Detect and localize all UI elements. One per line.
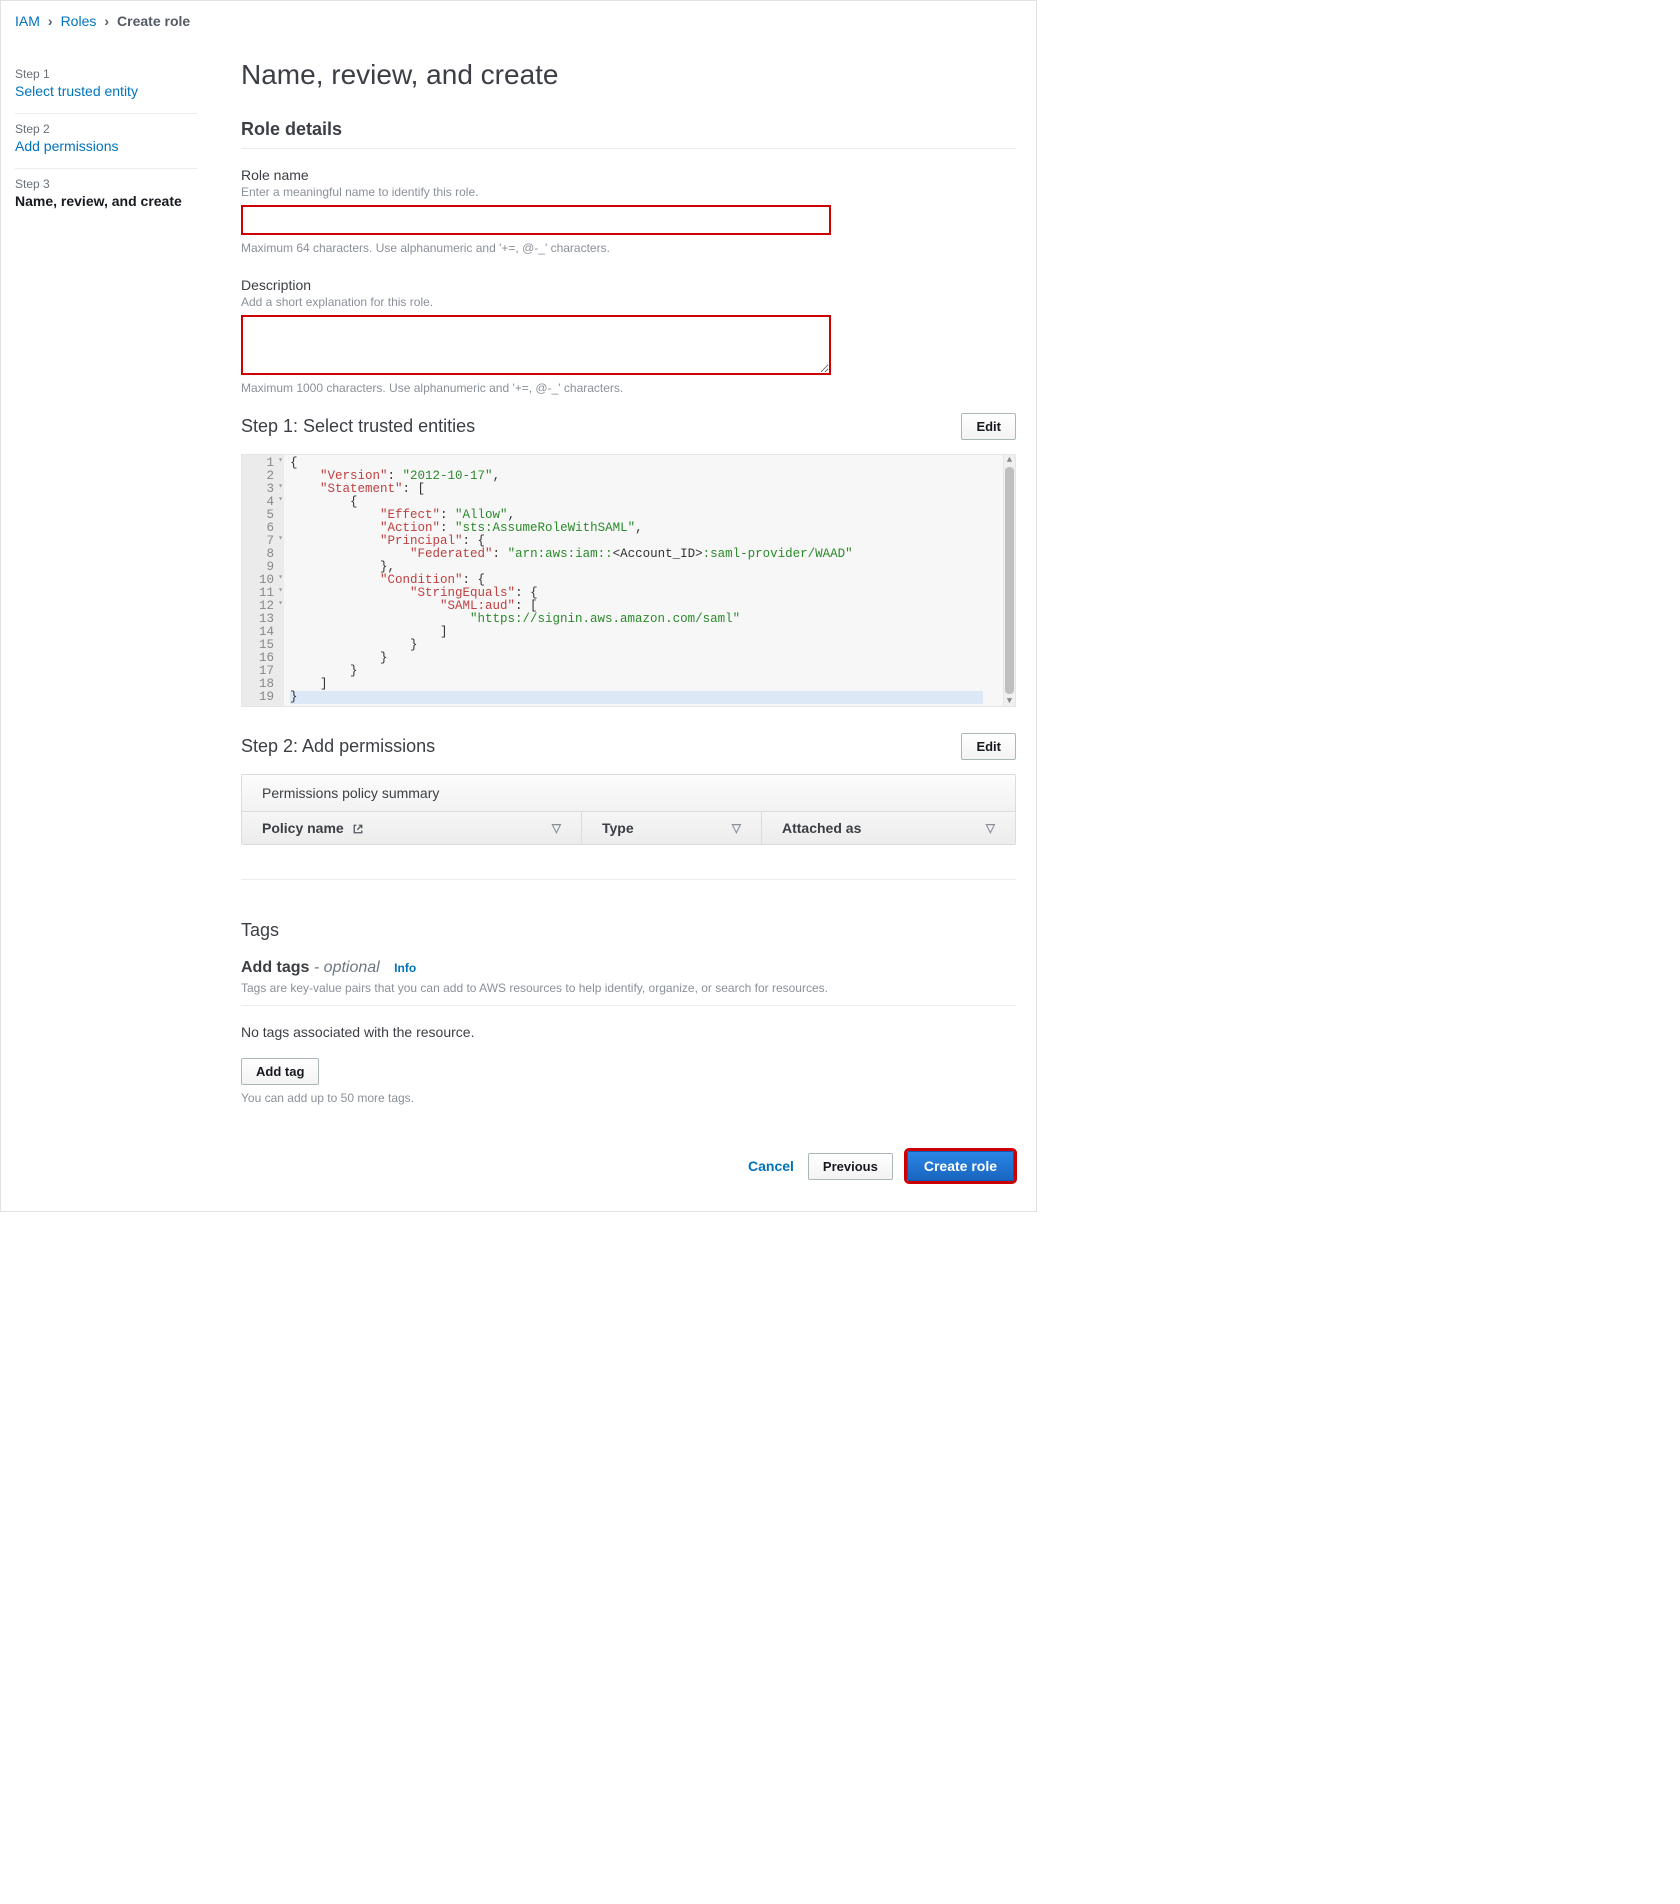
step-number: Step 2 bbox=[15, 122, 197, 136]
step-number: Step 1 bbox=[15, 67, 197, 81]
external-link-icon bbox=[352, 823, 364, 835]
divider bbox=[241, 879, 1016, 880]
step1-title: Step 1: Select trusted entities bbox=[241, 416, 475, 437]
scroll-up-icon[interactable]: ▲ bbox=[1004, 455, 1015, 465]
scrollbar[interactable]: ▲ ▼ bbox=[1003, 455, 1015, 706]
code-gutter: 12345678910111213141516171819 bbox=[242, 455, 284, 706]
step-number: Step 3 bbox=[15, 177, 197, 191]
divider bbox=[241, 1005, 1016, 1006]
chevron-right-icon: › bbox=[104, 13, 109, 29]
divider bbox=[241, 148, 1016, 149]
tags-heading: Tags bbox=[241, 920, 1016, 941]
step-add-permissions[interactable]: Add permissions bbox=[15, 138, 119, 154]
col-label: Policy name bbox=[262, 820, 344, 836]
cancel-link[interactable]: Cancel bbox=[748, 1158, 794, 1174]
tags-limit: You can add up to 50 more tags. bbox=[241, 1091, 1016, 1105]
step-name-review-create: Name, review, and create bbox=[15, 193, 197, 209]
create-role-button[interactable]: Create role bbox=[907, 1151, 1014, 1181]
permissions-summary-heading: Permissions policy summary bbox=[242, 775, 1015, 812]
step-trusted-entity[interactable]: Select trusted entity bbox=[15, 83, 138, 99]
col-label: Attached as bbox=[782, 820, 861, 836]
col-policy-name[interactable]: Policy name ▽ bbox=[242, 812, 582, 844]
tags-empty: No tags associated with the resource. bbox=[241, 1024, 1016, 1040]
wizard-steps: Step 1 Select trusted entity Step 2 Add … bbox=[1, 35, 211, 1211]
role-name-input[interactable] bbox=[241, 205, 831, 235]
tags-sub: Tags are key-value pairs that you can ad… bbox=[241, 981, 1016, 995]
add-tag-button[interactable]: Add tag bbox=[241, 1058, 319, 1085]
tags-info-link[interactable]: Info bbox=[394, 961, 416, 975]
sort-icon[interactable]: ▽ bbox=[986, 821, 995, 835]
role-name-help: Enter a meaningful name to identify this… bbox=[241, 185, 1016, 199]
col-type[interactable]: Type ▽ bbox=[582, 812, 762, 844]
description-help: Add a short explanation for this role. bbox=[241, 295, 1016, 309]
page-title: Name, review, and create bbox=[241, 59, 1016, 91]
scroll-down-icon[interactable]: ▼ bbox=[1004, 696, 1015, 706]
role-name-label: Role name bbox=[241, 167, 1016, 183]
dash: - bbox=[309, 959, 323, 976]
scrollbar-thumb[interactable] bbox=[1005, 467, 1014, 694]
permissions-columns: Policy name ▽ Type ▽ Attached as ▽ bbox=[242, 812, 1015, 844]
breadcrumb-roles[interactable]: Roles bbox=[61, 13, 97, 29]
role-details-heading: Role details bbox=[241, 119, 1016, 140]
breadcrumb-current: Create role bbox=[117, 13, 190, 29]
col-label: Type bbox=[602, 820, 634, 836]
edit-permissions-button[interactable]: Edit bbox=[961, 733, 1016, 760]
optional-label: optional bbox=[324, 959, 380, 976]
step2-title: Step 2: Add permissions bbox=[241, 736, 435, 757]
footer-actions: Cancel Previous Create role bbox=[241, 1151, 1016, 1181]
add-tags-row: Add tags - optional Info bbox=[241, 959, 1016, 977]
permissions-summary: Permissions policy summary Policy name ▽… bbox=[241, 774, 1016, 845]
sort-icon[interactable]: ▽ bbox=[732, 821, 741, 835]
breadcrumb: IAM › Roles › Create role bbox=[1, 1, 1036, 35]
edit-trusted-entities-button[interactable]: Edit bbox=[961, 413, 1016, 440]
sort-icon[interactable]: ▽ bbox=[552, 821, 561, 835]
description-input[interactable] bbox=[241, 315, 831, 375]
role-name-hint: Maximum 64 characters. Use alphanumeric … bbox=[241, 241, 1016, 255]
trust-policy-editor: 12345678910111213141516171819 { "Version… bbox=[241, 454, 1016, 707]
previous-button[interactable]: Previous bbox=[808, 1153, 893, 1180]
chevron-right-icon: › bbox=[48, 13, 53, 29]
code-content[interactable]: { "Version": "2012-10-17", "Statement": … bbox=[284, 455, 1003, 706]
breadcrumb-iam[interactable]: IAM bbox=[15, 13, 40, 29]
description-label: Description bbox=[241, 277, 1016, 293]
col-attached-as[interactable]: Attached as ▽ bbox=[762, 812, 1015, 844]
description-hint: Maximum 1000 characters. Use alphanumeri… bbox=[241, 381, 1016, 395]
add-tags-label: Add tags bbox=[241, 959, 309, 976]
